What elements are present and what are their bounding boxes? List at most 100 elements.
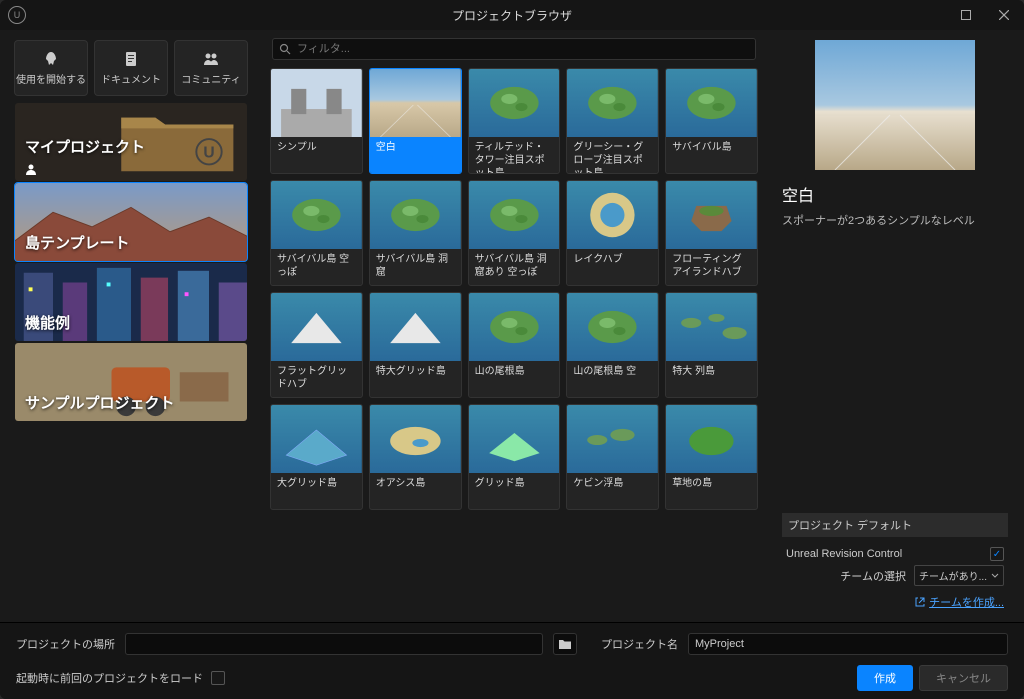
template-thumb <box>469 69 560 137</box>
template-card-13[interactable]: 山の尾根島 空 <box>566 292 659 398</box>
template-thumb <box>469 181 560 249</box>
template-label: グリッド島 <box>469 473 560 509</box>
template-thumb <box>469 405 560 473</box>
template-thumb <box>271 405 362 473</box>
template-thumb <box>567 293 658 361</box>
window-close-button[interactable] <box>992 3 1016 27</box>
search-input[interactable] <box>297 43 749 55</box>
load-last-label: 起動時に前回のプロジェクトをロード <box>16 670 203 686</box>
template-card-3[interactable]: グリーシー・グローブ注目スポット島 <box>566 68 659 174</box>
load-last-checkbox[interactable] <box>211 671 225 685</box>
template-label: 山の尾根島 <box>469 361 560 397</box>
category-2[interactable]: 機能例 <box>14 262 248 342</box>
external-link-icon <box>915 597 925 607</box>
project-name-label: プロジェクト名 <box>601 636 678 652</box>
template-card-10[interactable]: フラットグリッドハブ <box>270 292 363 398</box>
top-button-1[interactable]: ドキュメント <box>94 40 168 96</box>
template-card-15[interactable]: 大グリッド島 <box>270 404 363 510</box>
template-card-11[interactable]: 特大グリッド島 <box>369 292 462 398</box>
template-label: 山の尾根島 空 <box>567 361 658 397</box>
cancel-button[interactable]: キャンセル <box>919 665 1008 691</box>
template-thumb <box>370 405 461 473</box>
template-label: サバイバル島 洞窟あり 空っぽ <box>469 249 560 285</box>
template-card-4[interactable]: サバイバル島 <box>665 68 758 174</box>
template-label: サバイバル島 空っぽ <box>271 249 362 285</box>
template-thumb <box>271 293 362 361</box>
chevron-down-icon <box>991 572 999 580</box>
unreal-logo-icon: U <box>8 6 26 24</box>
template-label: フラットグリッドハブ <box>271 361 362 397</box>
category-label: サンプルプロジェクト <box>25 395 175 413</box>
person-icon <box>25 163 37 175</box>
project-location-label: プロジェクトの場所 <box>16 636 115 652</box>
team-select-dropdown[interactable]: チームがあり... <box>914 565 1004 586</box>
template-card-7[interactable]: サバイバル島 洞窟あり 空っぽ <box>468 180 561 286</box>
template-card-9[interactable]: フローティングアイランドハブ <box>665 180 758 286</box>
search-icon <box>279 43 291 55</box>
category-0[interactable]: U マイプロジェクト <box>14 102 248 182</box>
template-label: シンプル <box>271 137 362 173</box>
template-thumb <box>666 69 757 137</box>
template-label: ティルテッド・タワー注目スポット島 <box>469 137 560 173</box>
svg-text:U: U <box>203 145 214 162</box>
template-thumb <box>567 405 658 473</box>
template-thumb <box>666 293 757 361</box>
preview-image <box>815 40 975 170</box>
template-card-16[interactable]: オアシス島 <box>369 404 462 510</box>
template-card-0[interactable]: シンプル <box>270 68 363 174</box>
template-label: 特大グリッド島 <box>370 361 461 397</box>
template-label: オアシス島 <box>370 473 461 509</box>
template-card-6[interactable]: サバイバル島 洞窟 <box>369 180 462 286</box>
template-thumb <box>666 181 757 249</box>
category-label: マイプロジェクト <box>25 139 145 157</box>
template-thumb <box>271 69 362 137</box>
create-team-link[interactable]: チームを作成... <box>915 594 1004 610</box>
titlebar: U プロジェクトブラウザ <box>0 0 1024 30</box>
template-grid: シンプル空白ティルテッド・タワー注目スポット島グリーシー・グローブ注目スポット島… <box>270 68 758 510</box>
template-card-8[interactable]: レイクハブ <box>566 180 659 286</box>
search-box[interactable] <box>272 38 756 60</box>
template-card-19[interactable]: 草地の島 <box>665 404 758 510</box>
browse-folder-button[interactable] <box>553 633 577 655</box>
top-button-label: ドキュメント <box>101 71 161 86</box>
project-location-input[interactable] <box>125 633 543 655</box>
template-card-5[interactable]: サバイバル島 空っぽ <box>270 180 363 286</box>
template-card-2[interactable]: ティルテッド・タワー注目スポット島 <box>468 68 561 174</box>
template-card-17[interactable]: グリッド島 <box>468 404 561 510</box>
bottom-bar: プロジェクトの場所 プロジェクト名 起動時に前回のプロジェクトをロード 作成 キ… <box>0 622 1024 699</box>
template-thumb <box>370 69 461 137</box>
template-card-14[interactable]: 特大 列島 <box>665 292 758 398</box>
category-1[interactable]: 島テンプレート <box>14 182 248 262</box>
details-panel: 空白 スポーナーが2つあるシンプルなレベル プロジェクト デフォルト Unrea… <box>766 30 1024 622</box>
template-label: グリーシー・グローブ注目スポット島 <box>567 137 658 173</box>
window-maximize-button[interactable] <box>954 3 978 27</box>
details-title: 空白 <box>782 182 1008 206</box>
category-3[interactable]: サンプルプロジェクト <box>14 342 248 422</box>
template-card-18[interactable]: ケビン浮島 <box>566 404 659 510</box>
template-label: レイクハブ <box>567 249 658 285</box>
window-title: プロジェクトブラウザ <box>452 7 572 24</box>
template-card-12[interactable]: 山の尾根島 <box>468 292 561 398</box>
template-thumb <box>370 181 461 249</box>
template-card-1[interactable]: 空白 <box>369 68 462 174</box>
doc-icon <box>123 51 139 67</box>
top-button-0[interactable]: 使用を開始する <box>14 40 88 96</box>
team-select-label: チームの選択 <box>840 568 906 584</box>
top-button-2[interactable]: コミュニティ <box>174 40 248 96</box>
project-name-input[interactable] <box>688 633 1008 655</box>
project-browser-window: U プロジェクトブラウザ 使用を開始するドキュメント コミュニティ U マイプロジェ… <box>0 0 1024 699</box>
template-label: サバイバル島 <box>666 137 757 173</box>
category-label: 島テンプレート <box>25 235 130 253</box>
template-label: フローティングアイランドハブ <box>666 249 757 285</box>
top-button-label: コミュニティ <box>181 71 240 86</box>
rocket-icon <box>43 51 59 67</box>
template-thumb <box>567 181 658 249</box>
folder-icon <box>558 638 572 650</box>
top-button-label: 使用を開始する <box>16 71 86 86</box>
template-label: ケビン浮島 <box>567 473 658 509</box>
create-button[interactable]: 作成 <box>857 665 913 691</box>
people-icon <box>203 51 219 67</box>
template-thumb <box>666 405 757 473</box>
revision-control-checkbox[interactable] <box>990 547 1004 561</box>
details-description: スポーナーが2つあるシンプルなレベル <box>782 212 1008 228</box>
